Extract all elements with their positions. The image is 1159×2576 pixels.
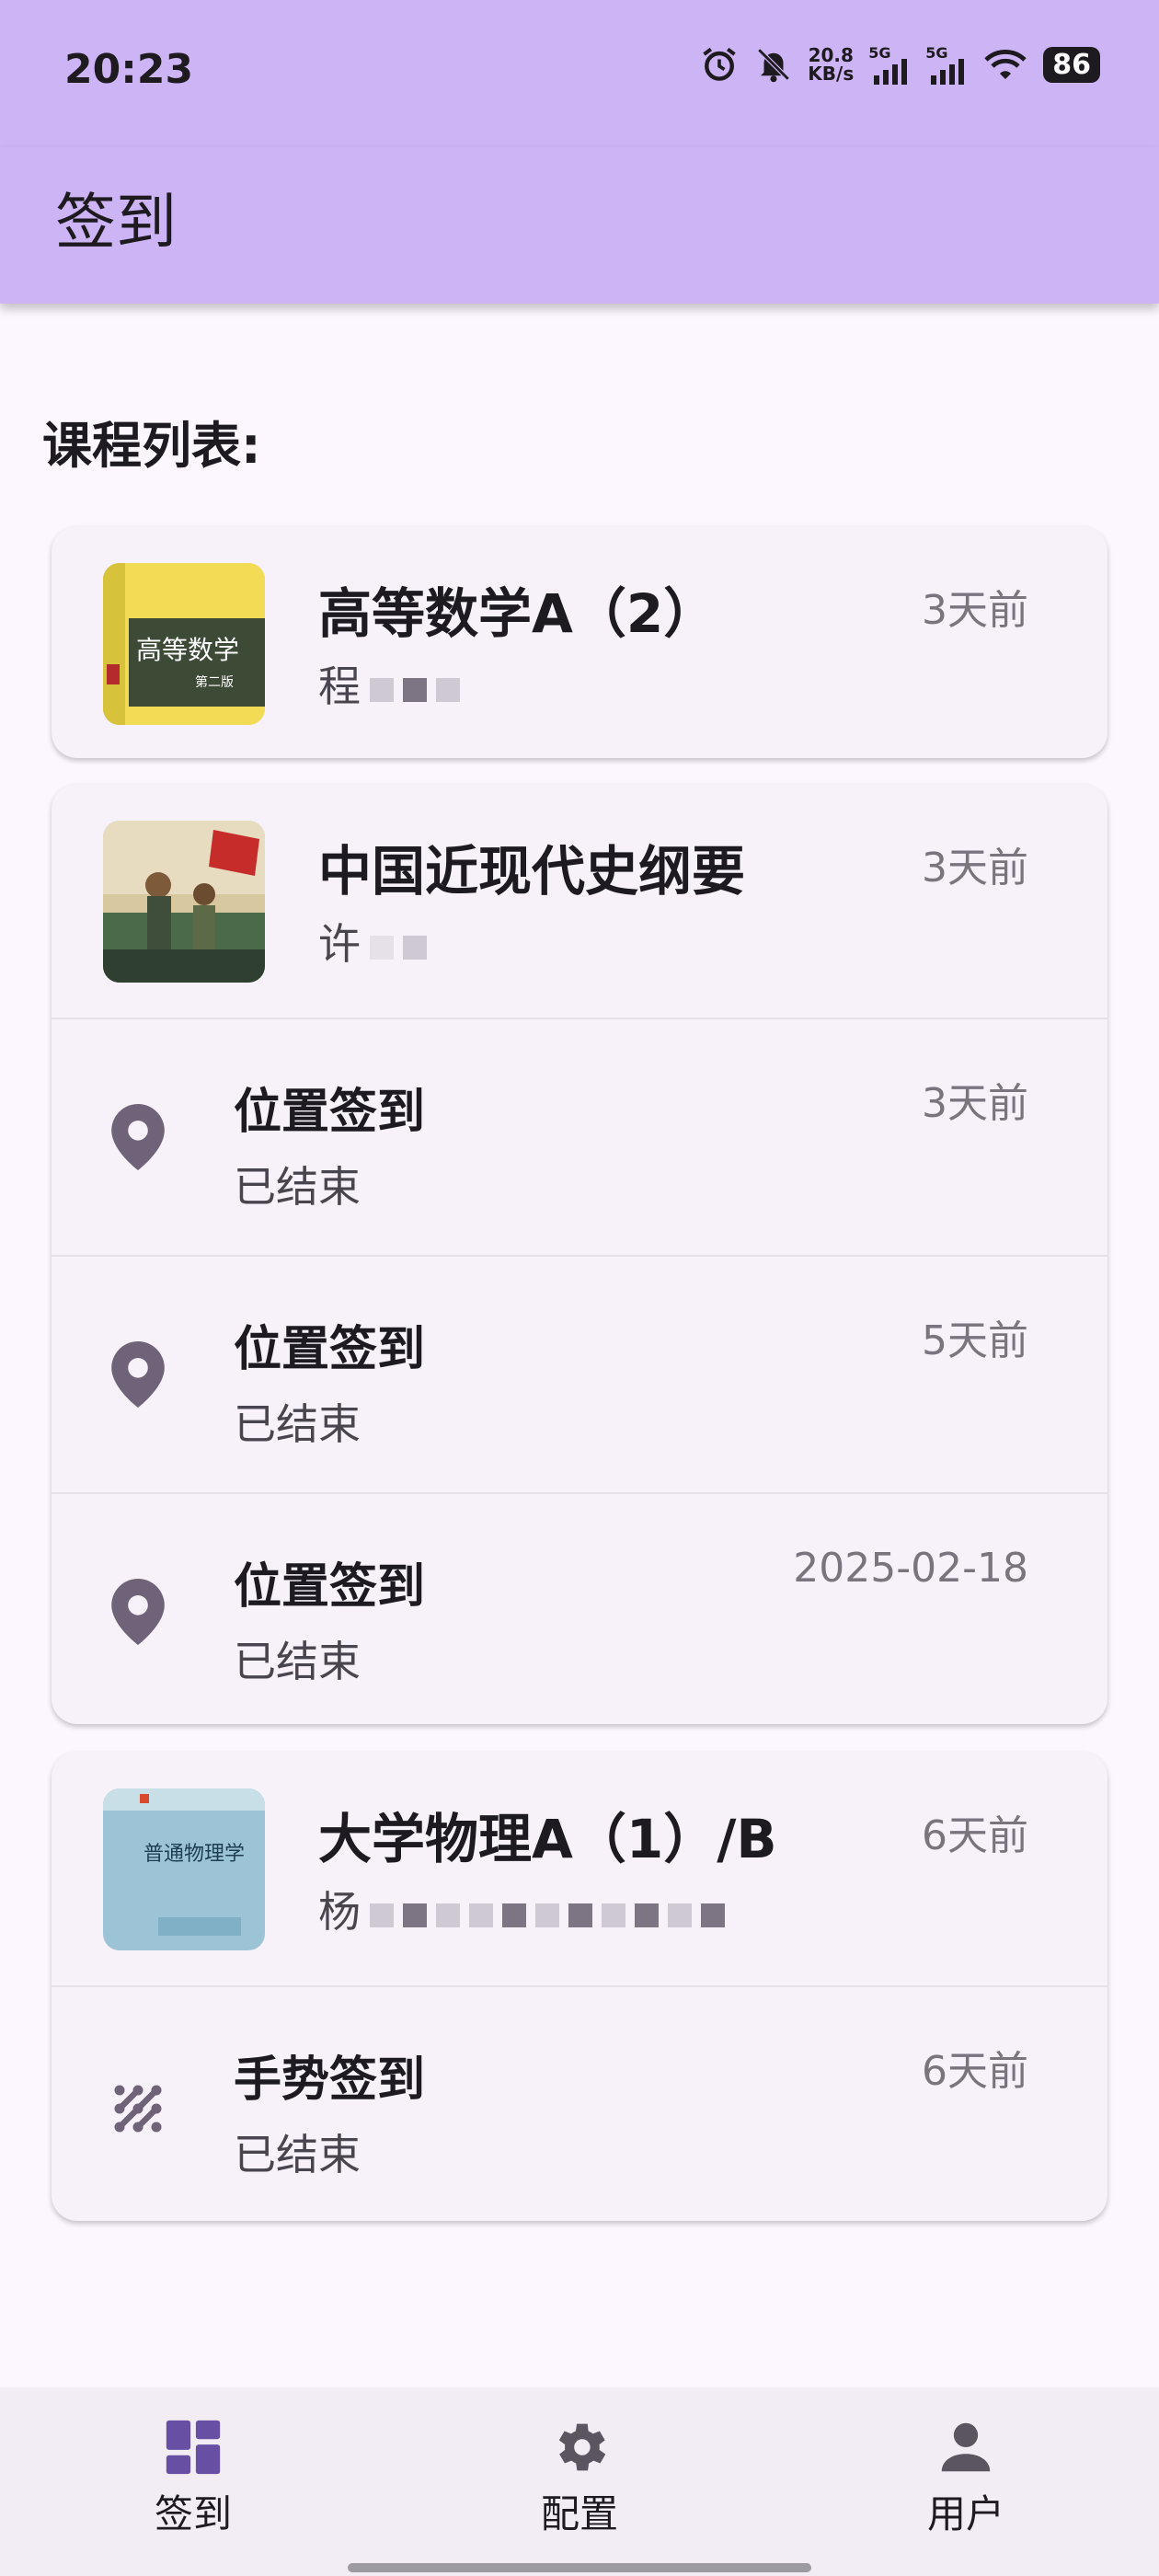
gear-icon xyxy=(558,2423,606,2471)
net-speed: 20.8 KB/s xyxy=(808,46,854,83)
checkin-type: 位置签到 xyxy=(234,1322,426,1377)
bell-muted-icon xyxy=(757,48,790,83)
section-label: 课程列表: xyxy=(42,417,261,475)
person-icon xyxy=(941,2422,991,2472)
gesture-pattern-icon xyxy=(114,2085,162,2133)
course-time: 3天前 xyxy=(922,587,1028,634)
cover-title: 高等数学 xyxy=(136,635,239,665)
course-header[interactable]: 高等数学 第二版 高等数学A（2） 程 3天前 xyxy=(52,526,1107,758)
dashboard-icon xyxy=(166,2420,221,2475)
bottom-navigation: 签到 配置 用户 xyxy=(0,2387,1159,2576)
signal-5g-icon-2: 5G xyxy=(925,44,968,85)
redaction-block xyxy=(436,677,460,702)
course-card[interactable]: 普通物理学 大学物理A（1）/B 杨 6天前 手势签到 已结束 6天前 xyxy=(52,1752,1107,2221)
cover-title: 普通物理学 xyxy=(143,1843,245,1866)
checkin-item[interactable]: 位置签到 已结束 2025-02-18 xyxy=(52,1492,1107,1724)
teacher-name-text: 许 xyxy=(318,919,361,969)
checkin-status: 已结束 xyxy=(234,1162,361,1212)
redaction-block xyxy=(668,1903,692,1927)
checkin-status: 已结束 xyxy=(234,1637,361,1686)
history-painting-cover-thumbnail xyxy=(103,821,265,983)
redaction-block xyxy=(568,1903,592,1927)
redaction-block xyxy=(701,1903,725,1927)
teacher-name-text: 程 xyxy=(318,661,361,711)
nav-item-user[interactable]: 用户 xyxy=(874,2415,1058,2539)
teacher-name-text: 杨 xyxy=(318,1887,361,1937)
nav-item-checkin[interactable]: 签到 xyxy=(101,2415,285,2539)
nav-label: 配置 xyxy=(540,2491,618,2536)
course-name: 中国近现代史纲要 xyxy=(318,840,746,903)
redaction-block xyxy=(370,677,394,702)
signal-5g-icon: 5G xyxy=(868,44,911,85)
teacher-name: 程 xyxy=(318,653,460,714)
redaction-block xyxy=(635,1903,659,1927)
course-header[interactable]: 中国近现代史纲要 许 3天前 xyxy=(52,784,1107,1018)
course-card[interactable]: 中国近现代史纲要 许 3天前 位置签到 已结束 3天前 位置签到 已结束 5天前… xyxy=(52,784,1107,1724)
checkin-time: 3天前 xyxy=(922,1080,1028,1127)
checkin-type: 位置签到 xyxy=(234,1559,426,1615)
cover-subtitle: 第二版 xyxy=(195,674,234,690)
checkin-time: 2025-02-18 xyxy=(793,1545,1028,1592)
home-indicator[interactable] xyxy=(348,2563,811,2572)
checkin-status: 已结束 xyxy=(234,1399,361,1449)
redaction-block xyxy=(469,1903,493,1927)
net-speed-value: 20.8 xyxy=(808,44,854,66)
alarm-icon xyxy=(703,47,737,81)
checkin-item[interactable]: 位置签到 已结束 5天前 xyxy=(52,1255,1107,1492)
status-bar: 20:23 20.8 KB/s 5G 5G 86 xyxy=(0,0,1159,147)
teacher-name: 杨 xyxy=(318,1879,725,1939)
nav-label: 用户 xyxy=(926,2491,1004,2536)
course-time: 6天前 xyxy=(922,1812,1028,1859)
checkin-status: 已结束 xyxy=(234,2130,361,2179)
checkin-time: 5天前 xyxy=(922,1317,1028,1364)
teacher-name: 许 xyxy=(318,911,427,972)
redaction-block xyxy=(403,1903,427,1927)
redaction-block xyxy=(370,935,394,960)
checkin-type: 手势签到 xyxy=(234,2053,426,2108)
checkin-time: 6天前 xyxy=(922,2048,1028,2095)
course-name: 高等数学A（2） xyxy=(318,582,717,645)
physics-book-cover-thumbnail: 普通物理学 xyxy=(103,1788,265,1950)
course-name: 大学物理A（1）/B xyxy=(318,1808,777,1870)
location-pin-icon xyxy=(111,1341,165,1408)
redaction-block xyxy=(370,1903,394,1927)
redaction-block xyxy=(502,1903,526,1927)
status-time: 20:23 xyxy=(64,46,194,93)
wifi-icon xyxy=(984,50,1027,79)
redaction-block xyxy=(403,677,427,702)
redaction-block xyxy=(436,1903,460,1927)
checkin-item[interactable]: 位置签到 已结束 3天前 xyxy=(52,1018,1107,1255)
location-pin-icon xyxy=(111,1579,165,1645)
status-icons: 20.8 KB/s 5G 5G 86 xyxy=(699,44,1100,85)
course-card[interactable]: 高等数学 第二版 高等数学A（2） 程 3天前 xyxy=(52,526,1107,758)
checkin-item[interactable]: 手势签到 已结束 6天前 xyxy=(52,1985,1107,2221)
redaction-block xyxy=(403,935,427,960)
redaction-block xyxy=(535,1903,559,1927)
math-book-cover-thumbnail: 高等数学 第二版 xyxy=(103,563,265,725)
course-header[interactable]: 普通物理学 大学物理A（1）/B 杨 6天前 xyxy=(52,1752,1107,1985)
battery-indicator: 86 xyxy=(1043,46,1100,83)
nav-label: 签到 xyxy=(154,2491,232,2536)
nav-item-config[interactable]: 配置 xyxy=(488,2415,671,2539)
net-speed-unit: KB/s xyxy=(808,63,855,85)
location-pin-icon xyxy=(111,1104,165,1170)
course-time: 3天前 xyxy=(922,845,1028,891)
redaction-block xyxy=(602,1903,625,1927)
checkin-type: 位置签到 xyxy=(234,1085,426,1140)
page-title: 签到 xyxy=(55,187,177,258)
